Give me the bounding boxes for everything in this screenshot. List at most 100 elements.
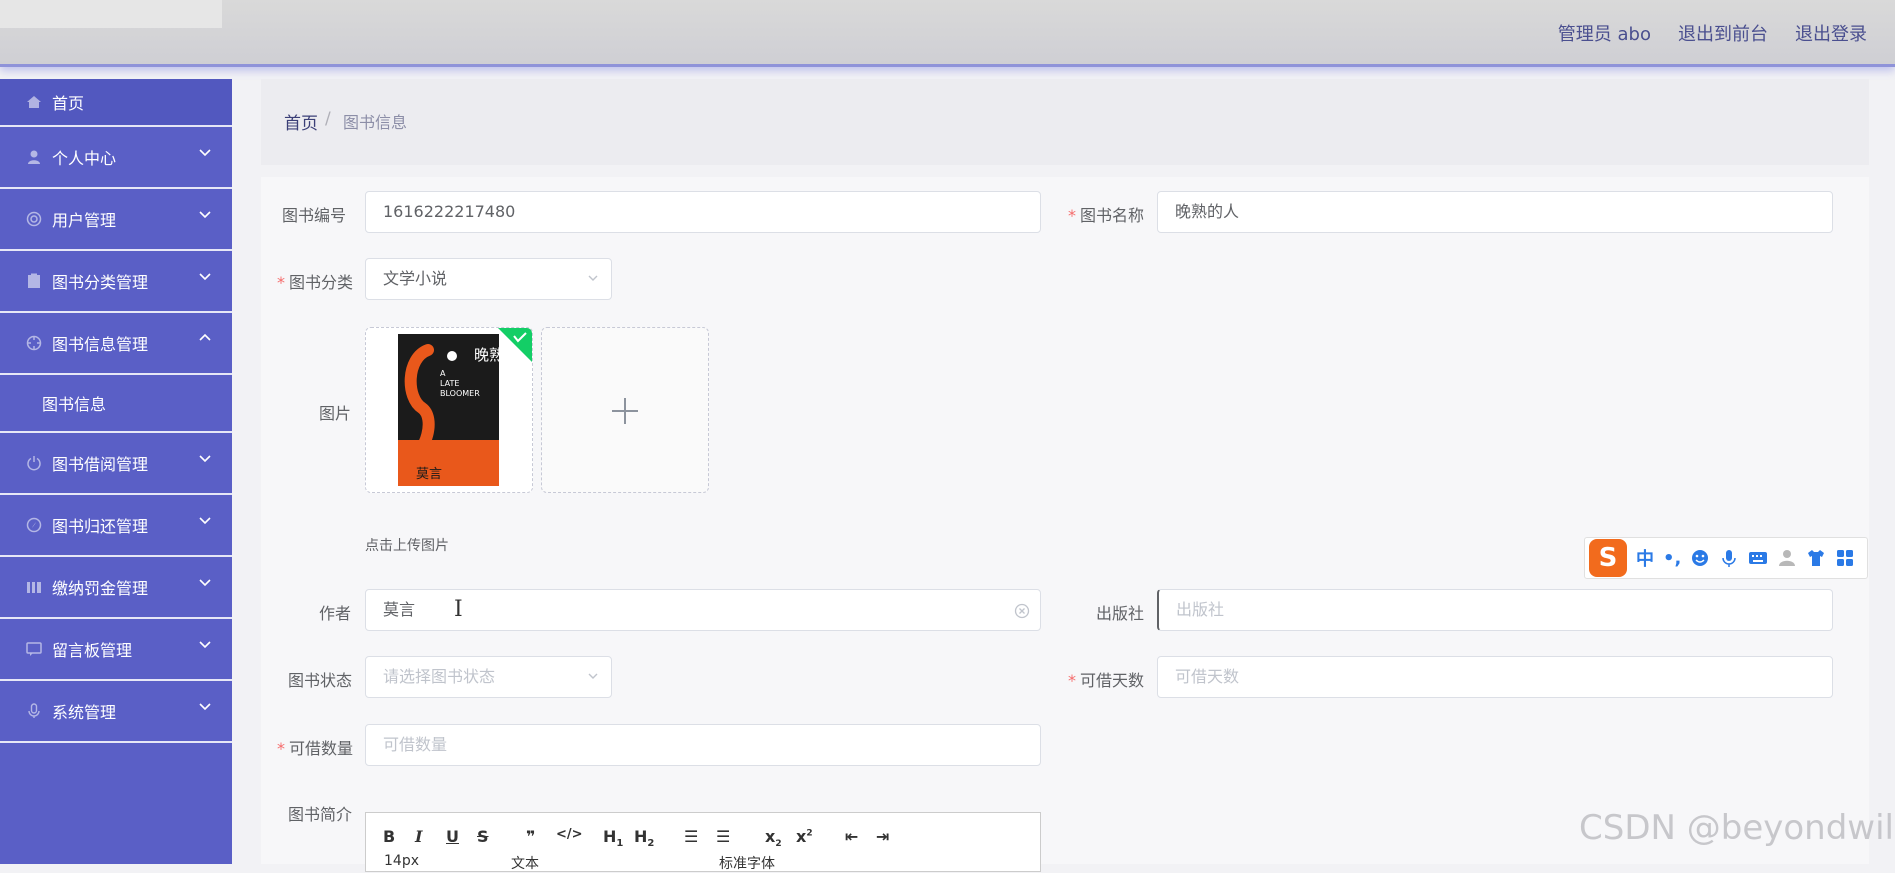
top-bar: 管理员 abo 退出到前台 退出登录 xyxy=(0,0,1895,67)
breadcrumb-home[interactable]: 首页 xyxy=(284,109,318,134)
book-no-input[interactable]: 1616222217480 xyxy=(365,191,1041,233)
microphone-icon[interactable] xyxy=(1719,548,1739,568)
sidebar-item-category-management[interactable]: 图书分类管理 xyxy=(0,251,232,313)
book-no-label: 图书编号 xyxy=(282,206,347,225)
upload-add-button[interactable] xyxy=(541,327,709,493)
outdent-icon[interactable]: ⇤ xyxy=(845,827,858,846)
sogou-logo-icon[interactable]: S xyxy=(1589,539,1627,577)
sidebar-item-return-management[interactable]: 图书归还管理 xyxy=(0,495,232,557)
chevron-down-icon xyxy=(199,579,211,587)
strike-button[interactable]: S xyxy=(477,827,489,846)
author-label: 作者 xyxy=(319,604,352,623)
power-icon xyxy=(24,453,44,473)
bullet-list-icon[interactable]: ☰ xyxy=(716,827,730,846)
sidebar-item-system-management[interactable]: 系统管理 xyxy=(0,681,232,743)
sidebar-item-user-management[interactable]: 用户管理 xyxy=(0,189,232,251)
font-size-select[interactable]: 14px xyxy=(384,853,419,869)
font-family-select[interactable]: 标准字体 xyxy=(719,853,775,873)
user-account-icon[interactable] xyxy=(1777,548,1797,568)
subscript-button[interactable]: x2 xyxy=(765,827,782,849)
chevron-down-icon xyxy=(588,673,598,679)
chevron-down-icon xyxy=(199,641,211,649)
ime-mode[interactable]: 中 xyxy=(1636,545,1654,571)
author-input[interactable]: 莫言 xyxy=(365,589,1041,631)
sidebar-item-label: 缴纳罚金管理 xyxy=(52,579,149,598)
days-label: * 可借天数 xyxy=(1068,671,1145,690)
code-block-icon[interactable]: </> xyxy=(556,827,583,842)
sidebar-item-label: 首页 xyxy=(52,94,85,113)
cover-author: 莫言 xyxy=(416,467,442,482)
sidebar-item-label: 图书归还管理 xyxy=(52,517,149,536)
header-actions: 管理员 abo 退出到前台 退出登录 xyxy=(1558,20,1867,46)
days-input[interactable]: 可借天数 xyxy=(1157,656,1833,698)
uploaded-image-thumbnail[interactable]: 晚熟的人 A LATE BLOOMER 莫言 xyxy=(365,327,533,493)
home-icon xyxy=(24,92,44,112)
keyboard-icon[interactable] xyxy=(1748,548,1768,568)
clipboard-icon xyxy=(24,271,44,291)
sidebar-item-label: 留言板管理 xyxy=(52,641,133,660)
chevron-down-icon xyxy=(199,273,211,281)
admin-user-label[interactable]: 管理员 abo xyxy=(1558,20,1651,46)
sidebar-item-label: 用户管理 xyxy=(52,211,117,230)
ime-punct[interactable]: •, xyxy=(1663,548,1681,569)
user-circle-icon xyxy=(24,209,44,229)
sidebar-item-borrow-management[interactable]: 图书借阅管理 xyxy=(0,433,232,495)
blockquote-icon[interactable]: ❞ xyxy=(526,827,535,846)
sidebar-item-message-board[interactable]: 留言板管理 xyxy=(0,619,232,681)
image-label: 图片 xyxy=(319,404,352,423)
chevron-down-icon xyxy=(588,275,598,281)
cover-en-3: BLOOMER xyxy=(440,389,480,398)
qty-input[interactable]: 可借数量 xyxy=(365,724,1041,766)
superscript-button[interactable]: x2 xyxy=(796,827,813,846)
sidebar-item-fine-management[interactable]: 缴纳罚金管理 xyxy=(0,557,232,619)
chevron-down-icon xyxy=(199,455,211,463)
cover-en-2: LATE xyxy=(440,379,459,388)
book-name-label: * 图书名称 xyxy=(1068,206,1145,225)
emoji-icon[interactable] xyxy=(1690,548,1710,568)
sidebar-item-home[interactable]: 首页 xyxy=(0,79,232,127)
category-select[interactable]: 文学小说 xyxy=(365,258,612,300)
person-icon xyxy=(24,147,44,167)
publisher-label: 出版社 xyxy=(1096,604,1145,623)
logout-link[interactable]: 退出登录 xyxy=(1795,20,1867,46)
status-select[interactable]: 请选择图书状态 xyxy=(365,656,612,698)
sidebar-item-label: 图书借阅管理 xyxy=(52,455,149,474)
compass-icon xyxy=(24,515,44,535)
sidebar-item-personal-center[interactable]: 个人中心 xyxy=(0,127,232,189)
indent-icon[interactable]: ⇥ xyxy=(876,827,889,846)
cover-en-1: A xyxy=(440,369,446,378)
rich-text-editor[interactable]: B I U S ❞ </> H1 H2 ☰ ☰ x2 x2 ⇤ ⇥ 14px 文… xyxy=(365,812,1041,872)
italic-button[interactable]: I xyxy=(415,827,422,846)
sidebar-subitem-book-info[interactable]: 图书信息 xyxy=(0,375,232,433)
heading1-button[interactable]: H1 xyxy=(603,827,623,849)
chevron-down-icon xyxy=(199,149,211,157)
mic-icon xyxy=(24,701,44,721)
book-name-input[interactable]: 晚熟的人 xyxy=(1157,191,1833,233)
sidebar: 首页 个人中心 用户管理 图书分类管理 图书信息管理 图书信息 图书借阅管理 图… xyxy=(0,79,232,864)
underline-button[interactable]: U xyxy=(446,827,459,846)
heading2-button[interactable]: H2 xyxy=(634,827,654,849)
category-label: * 图书分类 xyxy=(277,273,354,292)
clear-circle-icon[interactable] xyxy=(1014,603,1030,619)
breadcrumb-current: 图书信息 xyxy=(343,113,408,132)
sidebar-item-book-info-management[interactable]: 图书信息管理 xyxy=(0,313,232,375)
text-style-select[interactable]: 文本 xyxy=(511,853,539,873)
book-cover-image: 晚熟的人 A LATE BLOOMER 莫言 xyxy=(366,328,532,492)
ime-toolbar: S 中 •, xyxy=(1584,537,1868,579)
csdn-watermark: CSDN @beyondwild xyxy=(1579,808,1895,848)
skin-shirt-icon[interactable] xyxy=(1806,548,1826,568)
back-to-front-link[interactable]: 退出到前台 xyxy=(1678,20,1768,46)
target-icon xyxy=(24,333,44,353)
publisher-input[interactable]: 出版社 xyxy=(1157,589,1833,631)
sidebar-item-label: 系统管理 xyxy=(52,703,117,722)
toolbox-grid-icon[interactable] xyxy=(1835,548,1855,568)
text-cursor-icon: I xyxy=(454,597,463,622)
chevron-down-icon xyxy=(199,703,211,711)
intro-label: 图书简介 xyxy=(288,805,353,824)
upload-hint: 点击上传图片 xyxy=(365,538,449,554)
sidebar-item-label: 图书信息管理 xyxy=(52,335,149,354)
breadcrumb: 首页 / 图书信息 xyxy=(261,79,1869,165)
ordered-list-icon[interactable]: ☰ xyxy=(684,827,698,846)
bold-button[interactable]: B xyxy=(383,827,395,846)
sidebar-item-label: 个人中心 xyxy=(52,149,117,168)
